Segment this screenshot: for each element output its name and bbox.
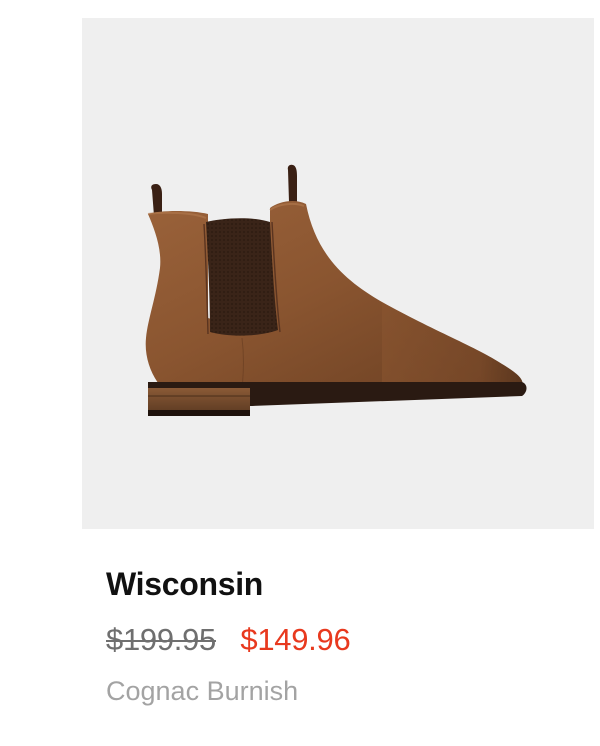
- product-card[interactable]: Wisconsin $199.95 $149.96 Cognac Burnish: [0, 0, 600, 746]
- price-row: $199.95 $149.96: [106, 622, 351, 662]
- product-color-name: Cognac Burnish: [106, 676, 299, 706]
- elastic-gusset: [206, 218, 278, 336]
- original-price: $199.95: [106, 622, 216, 657]
- product-image[interactable]: [82, 18, 594, 529]
- product-name[interactable]: Wisconsin: [106, 566, 263, 603]
- sale-price: $149.96: [240, 622, 351, 657]
- front-pull-tab: [287, 164, 297, 202]
- rear-pull-tab: [151, 184, 162, 216]
- chelsea-boot-image: [145, 164, 527, 416]
